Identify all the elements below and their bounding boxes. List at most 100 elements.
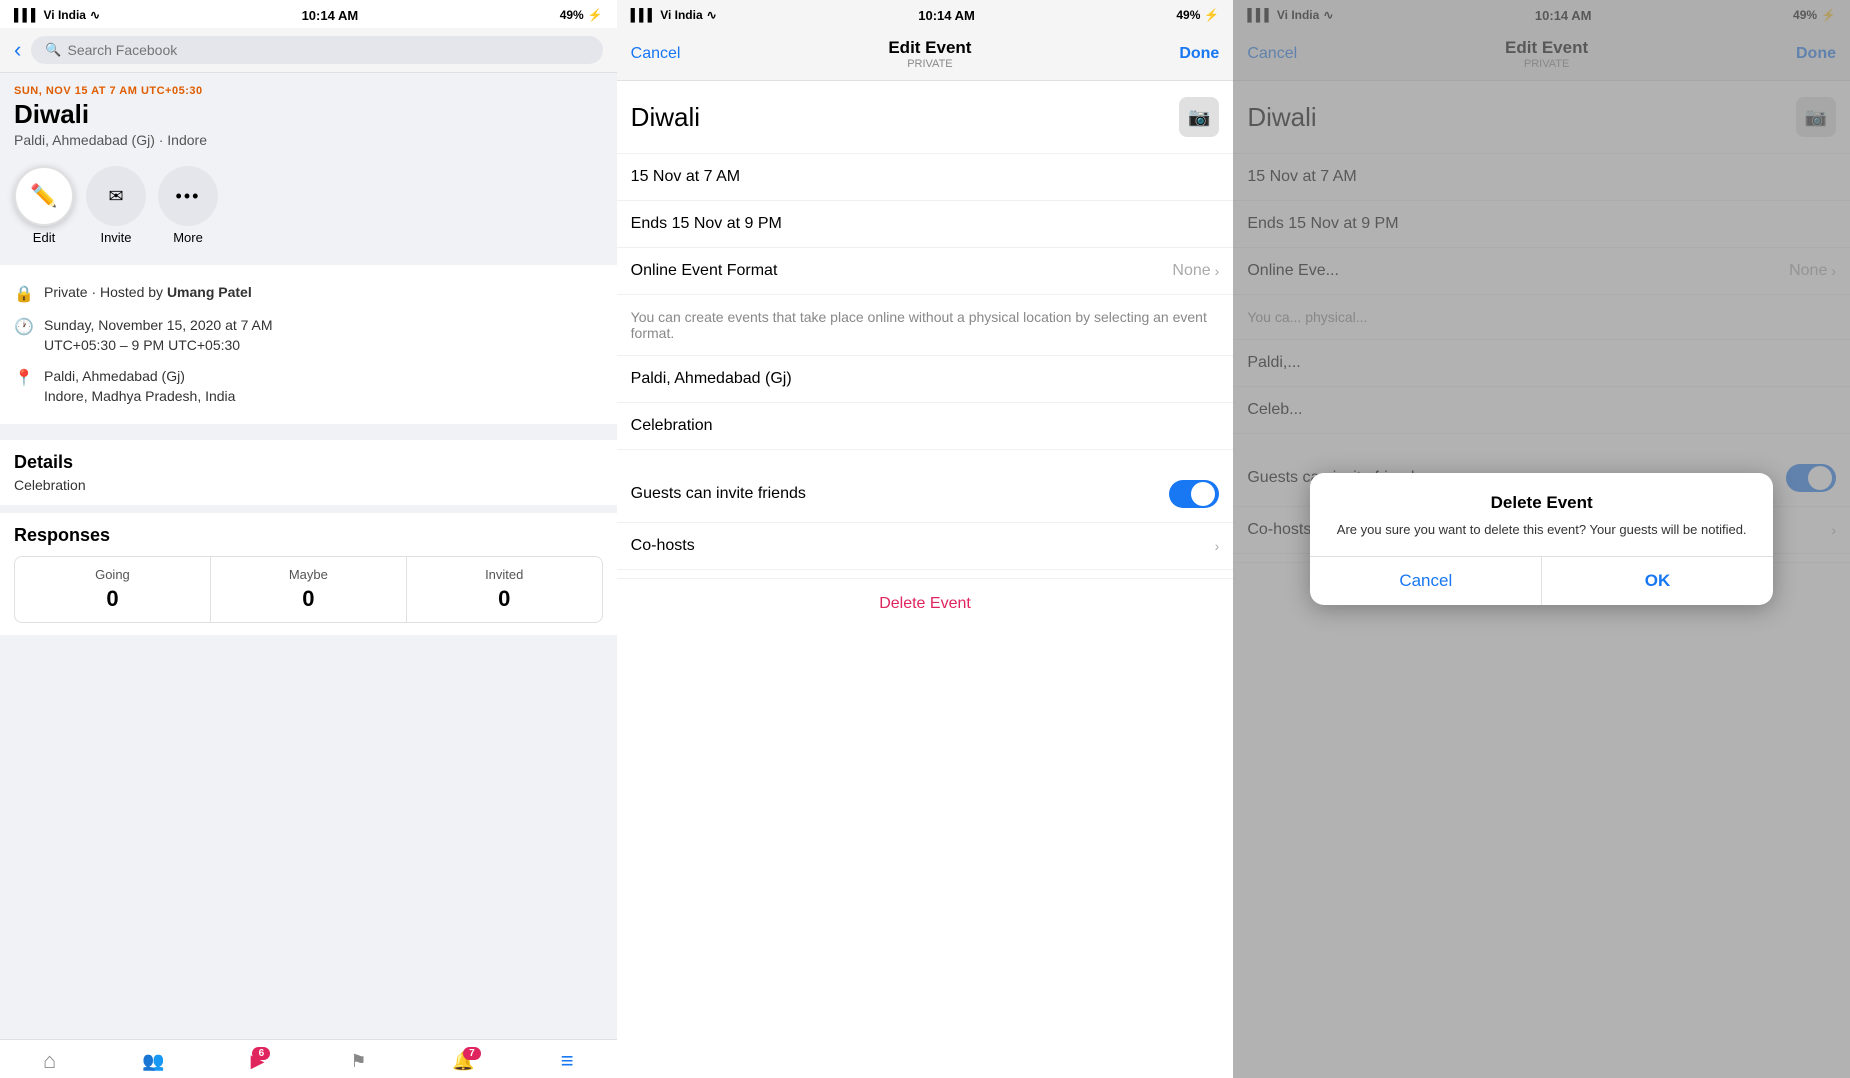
dialog-ok-button[interactable]: OK: [1542, 557, 1773, 605]
event-content: SUN, NOV 15 AT 7 AM UTC+05:30 Diwali Pal…: [0, 73, 617, 1039]
header-title-block: Edit Event PRIVATE: [888, 38, 971, 70]
nav-marketplace[interactable]: ⚑: [350, 1051, 366, 1072]
carrier-2: ▌▌▌ Vi India ∿: [631, 8, 717, 22]
video-badge: 6: [252, 1047, 270, 1060]
time-1: 10:14 AM: [302, 8, 359, 23]
search-icon: 🔍: [45, 42, 61, 58]
event-location: Paldi, Ahmedabad (Gj) · Indore: [0, 132, 617, 158]
image-picker-icon[interactable]: 📷: [1179, 97, 1219, 137]
nav-home[interactable]: ⌂: [43, 1048, 56, 1074]
nav-menu[interactable]: ≡: [561, 1048, 574, 1074]
edit-action[interactable]: ✏️ Edit: [14, 166, 74, 245]
carrier-1: ▌▌▌ Vi India ∿: [14, 8, 100, 22]
edit-event-title: Edit Event: [888, 38, 971, 58]
location-row: 📍 Paldi, Ahmedabad (Gj)Indore, Madhya Pr…: [14, 361, 603, 412]
time-2: 10:14 AM: [918, 8, 975, 23]
battery-2: 49% ⚡: [1176, 8, 1219, 22]
cohosts-field[interactable]: Co-hosts ›: [617, 523, 1234, 570]
more-circle[interactable]: •••: [158, 166, 218, 226]
time-row: 🕐 Sunday, November 15, 2020 at 7 AMUTC+0…: [14, 310, 603, 361]
invite-icon: ✉: [108, 186, 123, 207]
edit-event-content: Diwali 📷 15 Nov at 7 AM Ends 15 Nov at 9…: [617, 81, 1234, 1078]
edit-label: Edit: [33, 230, 55, 245]
edit-event-header: Cancel Edit Event PRIVATE Done: [617, 28, 1234, 81]
info-block: 🔒 Private · Hosted by Umang Patel 🕐 Sund…: [0, 265, 617, 424]
responses-section: Responses Going 0 Maybe 0 Invited 0: [0, 513, 617, 635]
location-text: Paldi, Ahmedabad (Gj)Indore, Madhya Prad…: [44, 367, 235, 406]
details-title: Details: [0, 440, 617, 477]
dialog-message: Are you sure you want to delete this eve…: [1330, 521, 1753, 539]
wifi-icon-2: ∿: [707, 8, 717, 22]
format-value: None: [1172, 262, 1210, 280]
edit-icon: ✏️: [30, 183, 57, 209]
panel-event-detail: ▌▌▌ Vi India ∿ 10:14 AM 49% ⚡ ‹ 🔍 SUN, N…: [0, 0, 617, 1078]
done-button[interactable]: Done: [1179, 45, 1219, 63]
more-label: More: [173, 230, 203, 245]
invite-toggle-row: Guests can invite friends: [617, 466, 1234, 523]
panel-edit-event: ▌▌▌ Vi India ∿ 10:14 AM 49% ⚡ Cancel Edi…: [617, 0, 1234, 1078]
battery-icon-2: ⚡: [1204, 8, 1219, 22]
battery-1: 49% ⚡: [560, 8, 603, 22]
dialog-body: Delete Event Are you sure you want to de…: [1310, 473, 1773, 555]
signal-icon: ▌▌▌: [14, 8, 40, 22]
privacy-row: 🔒 Private · Hosted by Umang Patel: [14, 277, 603, 310]
notif-badge: 7: [463, 1047, 481, 1060]
dialog-buttons: Cancel OK: [1310, 556, 1773, 605]
going-cell: Going 0: [15, 557, 211, 622]
signal-icon-2: ▌▌▌: [631, 8, 657, 22]
invite-label: Invite: [100, 230, 131, 245]
event-title-row: Diwali 📷: [617, 81, 1234, 154]
battery-icon: ⚡: [588, 8, 603, 22]
wifi-icon: ∿: [90, 8, 100, 22]
invite-toggle[interactable]: [1169, 480, 1219, 508]
lock-icon: 🔒: [14, 284, 34, 304]
nav-bar-1: ‹ 🔍: [0, 28, 617, 73]
cancel-button[interactable]: Cancel: [631, 45, 681, 63]
nav-video[interactable]: ▶6: [251, 1051, 265, 1072]
invite-toggle-label: Guests can invite friends: [631, 485, 806, 503]
nav-notifications[interactable]: 🔔7: [452, 1051, 474, 1072]
online-format-field[interactable]: Online Event Format None ›: [617, 248, 1234, 295]
toggle-thumb: [1191, 482, 1215, 506]
response-row: Going 0 Maybe 0 Invited 0: [14, 556, 603, 623]
category-field[interactable]: Celebration: [617, 403, 1234, 450]
edit-circle[interactable]: ✏️: [14, 166, 74, 226]
bottom-nav: ⌂ 👥 ▶6 ⚑ 🔔7 ≡: [0, 1039, 617, 1078]
dialog-overlay: Delete Event Are you sure you want to de…: [1233, 0, 1850, 1078]
edit-event-name[interactable]: Diwali: [631, 102, 700, 133]
location-icon: 📍: [14, 368, 34, 388]
responses-title: Responses: [14, 525, 603, 556]
chevron-icon: ›: [1215, 263, 1220, 279]
start-date-field[interactable]: 15 Nov at 7 AM: [617, 154, 1234, 201]
end-date-field[interactable]: Ends 15 Nov at 9 PM: [617, 201, 1234, 248]
edit-event-subtitle: PRIVATE: [888, 58, 971, 70]
action-buttons: ✏️ Edit ✉ Invite ••• More: [0, 158, 617, 257]
nav-friends[interactable]: 👥: [142, 1051, 164, 1072]
details-text: Celebration: [0, 477, 617, 505]
dialog-title: Delete Event: [1330, 493, 1753, 513]
invite-action[interactable]: ✉ Invite: [86, 166, 146, 245]
event-title: Diwali: [0, 99, 617, 132]
more-icon: •••: [176, 186, 201, 207]
delete-event-button[interactable]: Delete Event: [617, 578, 1234, 629]
date-badge: SUN, NOV 15 AT 7 AM UTC+05:30: [0, 73, 617, 99]
privacy-text: Private · Hosted by Umang Patel: [44, 283, 252, 303]
panel-delete-dialog: ▌▌▌ Vi India ∿ 10:14 AM 49% ⚡ Cancel Edi…: [1233, 0, 1850, 1078]
details-section: Details Celebration: [0, 440, 617, 505]
more-action[interactable]: ••• More: [158, 166, 218, 245]
format-note: You can create events that take place on…: [617, 295, 1234, 356]
location-field[interactable]: Paldi, Ahmedabad (Gj): [617, 356, 1234, 403]
search-bar[interactable]: 🔍: [31, 36, 602, 64]
status-bar-2: ▌▌▌ Vi India ∿ 10:14 AM 49% ⚡: [617, 0, 1234, 28]
cohosts-chevron: ›: [1215, 538, 1220, 554]
back-icon[interactable]: ‹: [14, 37, 21, 63]
delete-dialog: Delete Event Are you sure you want to de…: [1310, 473, 1773, 604]
photo-icon: 📷: [1188, 107, 1210, 128]
dialog-cancel-button[interactable]: Cancel: [1310, 557, 1542, 605]
event-time: Sunday, November 15, 2020 at 7 AMUTC+05:…: [44, 316, 273, 355]
invite-circle[interactable]: ✉: [86, 166, 146, 226]
clock-icon: 🕐: [14, 317, 34, 337]
maybe-cell: Maybe 0: [211, 557, 407, 622]
search-input[interactable]: [68, 42, 589, 58]
invited-cell: Invited 0: [407, 557, 602, 622]
